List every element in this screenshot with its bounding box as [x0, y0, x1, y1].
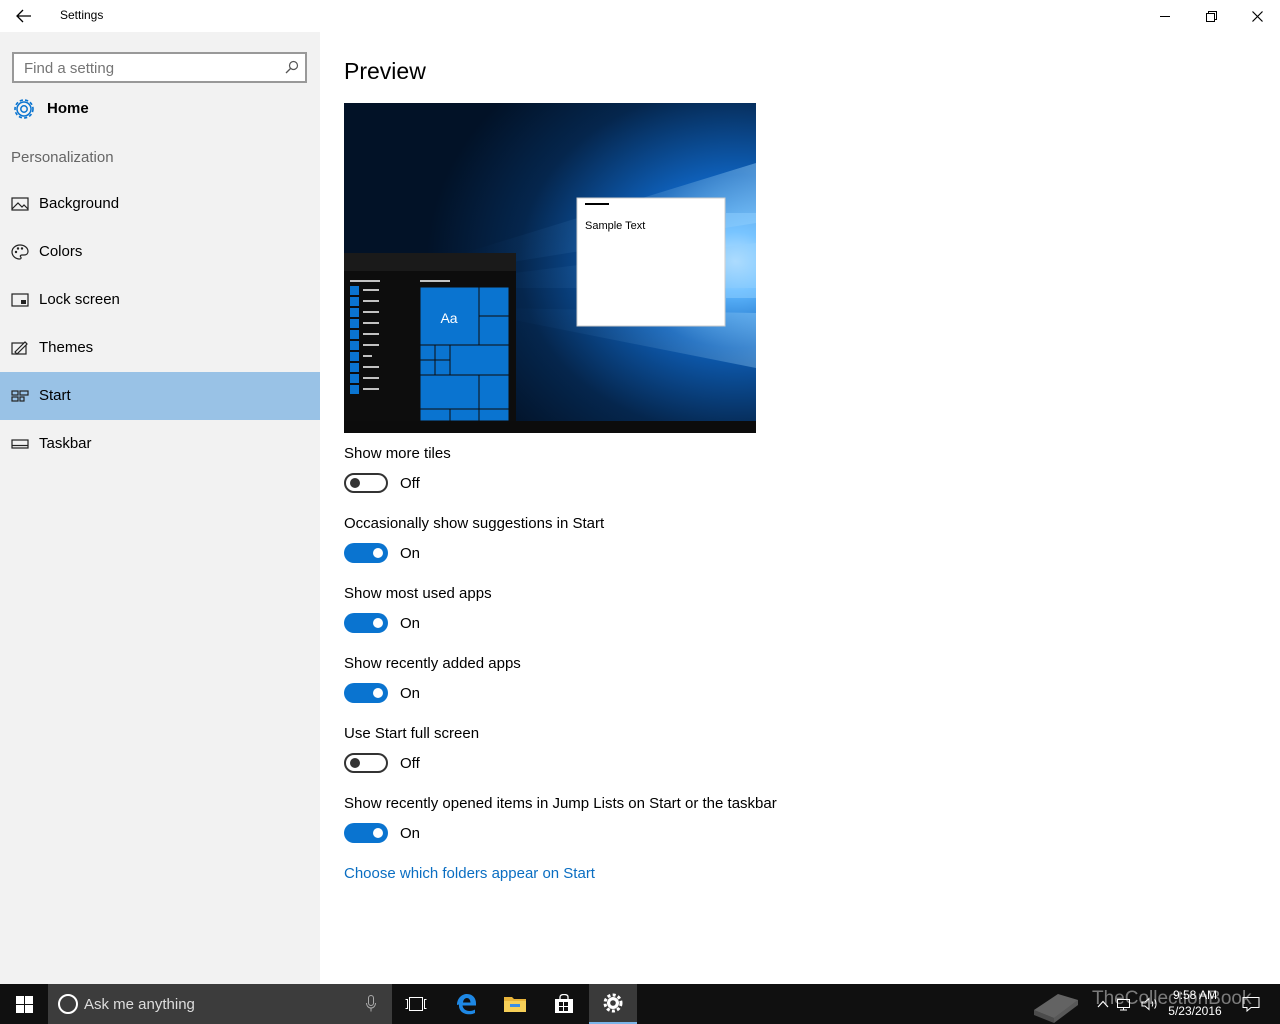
search-icon	[285, 60, 299, 74]
toggle-state-most-used-apps: On	[400, 615, 421, 632]
toggle-state-suggestions: On	[400, 545, 421, 562]
restore-icon	[1205, 10, 1217, 22]
toggle-knob	[350, 758, 360, 768]
speaker-icon	[1141, 997, 1157, 1011]
sidebar-item-label: Taskbar	[39, 435, 92, 452]
sidebar-item-start[interactable]: Start	[0, 372, 320, 420]
sidebar-item-label: Start	[39, 387, 71, 404]
taskbar-app-edge[interactable]	[442, 984, 490, 1024]
cortana-search-text: Ask me anything	[84, 996, 195, 1013]
setting-label-suggestions: Occasionally show suggestions in Start	[344, 515, 605, 532]
toggle-state-jump-lists: On	[400, 825, 421, 842]
toggle-most-used-apps[interactable]	[344, 613, 388, 633]
task-view-icon	[405, 997, 427, 1011]
minimize-button[interactable]	[1142, 0, 1188, 32]
network-icon	[1117, 999, 1130, 1011]
sidebar-item-label: Lock screen	[39, 291, 120, 308]
taskbar-app-file-explorer[interactable]	[491, 984, 539, 1024]
sidebar-item-colors[interactable]: Colors	[0, 228, 320, 276]
main-panel: Preview Aa Sample Text Show more tiles O…	[320, 32, 1280, 984]
picture-icon	[11, 197, 29, 211]
title-bar: Settings	[0, 0, 1280, 32]
wallpaper-illustration: Aa Sample Text	[344, 103, 756, 433]
toggle-state-full-screen: Off	[400, 755, 420, 772]
toggle-full-screen[interactable]	[344, 753, 388, 773]
search-box[interactable]	[12, 52, 307, 83]
task-view-button[interactable]	[392, 984, 440, 1024]
setting-label-recently-added-apps: Show recently added apps	[344, 655, 521, 672]
home-label: Home	[47, 100, 89, 117]
taskbar-clock[interactable]: 9:58 AM 5/23/2016	[1162, 987, 1228, 1019]
toggle-knob	[373, 548, 383, 558]
close-icon	[1251, 10, 1263, 22]
gear-icon	[603, 993, 623, 1013]
choose-folders-link[interactable]: Choose which folders appear on Start	[344, 865, 595, 882]
sidebar-item-label: Themes	[39, 339, 94, 356]
restore-button[interactable]	[1188, 0, 1234, 32]
preview-tile-text: Aa	[440, 310, 457, 326]
store-icon	[555, 994, 573, 1013]
edge-icon	[457, 994, 476, 1015]
clock-time: 9:58 AM	[1172, 988, 1218, 1002]
taskbar-app-settings[interactable]	[589, 984, 637, 1024]
cortana-search-box[interactable]: Ask me anything	[48, 984, 392, 1024]
setting-label-full-screen: Use Start full screen	[344, 725, 480, 742]
setting-label-most-used-apps: Show most used apps	[344, 585, 492, 602]
minimize-icon	[1160, 16, 1170, 17]
back-button[interactable]	[0, 0, 48, 32]
volume-tray-button[interactable]	[1138, 984, 1162, 1024]
toggle-knob	[373, 828, 383, 838]
sidebar-item-lock-screen[interactable]: Lock screen	[0, 276, 320, 324]
notification-icon	[1242, 997, 1260, 1012]
back-arrow-icon	[16, 9, 31, 23]
taskbar-icon	[11, 439, 29, 449]
toggle-knob	[373, 688, 383, 698]
start-preview-image: Aa Sample Text	[344, 103, 756, 433]
home-nav-item[interactable]: Home	[0, 90, 320, 128]
brush-icon	[11, 341, 28, 355]
taskbar-app-store[interactable]	[540, 984, 588, 1024]
microphone-icon[interactable]	[366, 995, 376, 1012]
cortana-icon	[58, 994, 78, 1014]
search-input[interactable]	[24, 60, 274, 77]
toggle-jump-lists[interactable]	[344, 823, 388, 843]
setting-label-show-more-tiles: Show more tiles	[344, 445, 451, 462]
sidebar-item-background[interactable]: Background	[0, 180, 320, 228]
toggle-state-show-more-tiles: Off	[400, 475, 420, 492]
windows-logo-icon	[15, 995, 33, 1013]
toggle-suggestions[interactable]	[344, 543, 388, 563]
window-title: Settings	[60, 8, 104, 22]
section-label: Personalization	[11, 149, 114, 166]
close-button[interactable]	[1234, 0, 1280, 32]
toggle-state-recently-added-apps: On	[400, 685, 421, 702]
clock-date: 5/23/2016	[1168, 1004, 1222, 1018]
gear-icon	[14, 99, 34, 119]
action-center-button[interactable]	[1234, 984, 1268, 1024]
show-hidden-icons-button[interactable]	[1094, 984, 1112, 1024]
sidebar: Home Personalization Background Colors L…	[0, 32, 320, 984]
toggle-show-more-tiles[interactable]	[344, 473, 388, 493]
lock-screen-icon	[11, 293, 29, 307]
toggle-knob	[373, 618, 383, 628]
chevron-up-icon	[1097, 1000, 1109, 1008]
start-button[interactable]	[0, 984, 48, 1024]
folder-icon	[504, 997, 526, 1012]
toggle-recently-added-apps[interactable]	[344, 683, 388, 703]
sidebar-item-taskbar[interactable]: Taskbar	[0, 420, 320, 468]
book-logo-icon	[1034, 994, 1078, 1023]
setting-label-jump-lists: Show recently opened items in Jump Lists…	[344, 795, 777, 812]
sidebar-item-themes[interactable]: Themes	[0, 324, 320, 372]
start-layout-icon	[11, 390, 29, 402]
palette-icon	[11, 244, 29, 260]
toggle-knob	[350, 478, 360, 488]
taskbar: Ask me anything TheCollectionBook 9:58 A…	[0, 984, 1280, 1024]
sidebar-item-label: Colors	[39, 243, 83, 260]
sidebar-item-label: Background	[39, 195, 120, 212]
network-tray-button[interactable]	[1114, 984, 1138, 1024]
preview-sample-text: Sample Text	[585, 220, 645, 232]
page-title: Preview	[344, 58, 426, 84]
